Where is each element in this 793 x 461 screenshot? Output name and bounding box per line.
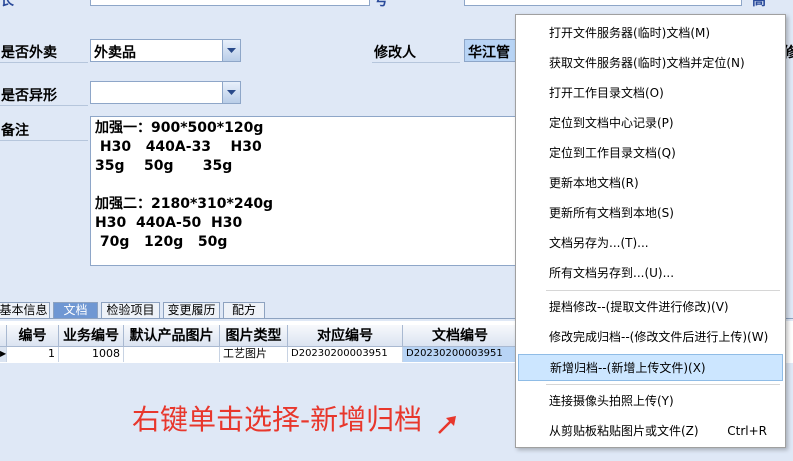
context-menu: 打开文件服务器(临时)文档(M) 获取文件服务器(临时)文档并定位(N) 打开工…	[515, 14, 786, 448]
menu-separator	[546, 290, 780, 291]
menu-item-shortcut: Ctrl+R	[727, 424, 767, 438]
menu-item-save-doc-as[interactable]: 文档另存为...(T)...	[518, 230, 783, 257]
grid-header-ref-no[interactable]: 对应编号	[288, 325, 403, 347]
menu-item-camera-upload[interactable]: 连接摄像头拍照上传(Y)	[518, 388, 783, 415]
top-left-input[interactable]	[90, 0, 370, 6]
table-cell-doc-no[interactable]: D20230200003951	[403, 347, 518, 362]
menu-separator	[546, 384, 780, 385]
chevron-down-icon[interactable]	[222, 40, 240, 61]
irregular-select[interactable]	[90, 81, 241, 104]
tab-inspection-items[interactable]: 检验项目	[101, 302, 160, 319]
table-cell-no[interactable]: 1	[7, 347, 59, 362]
table-cell-biz-no[interactable]: 1008	[59, 347, 124, 362]
grid-header-img-type[interactable]: 图片类型	[220, 325, 288, 347]
irregular-underline	[0, 105, 88, 106]
top-far-right-label-fragment: 高	[752, 0, 766, 9]
arrow-icon	[438, 416, 456, 434]
modifier-value: 华江管	[468, 45, 510, 61]
tab-basic-info[interactable]: 基本信息	[0, 302, 50, 319]
irregular-label: 是否异形	[1, 88, 57, 104]
takeout-select[interactable]: 外卖品	[90, 39, 241, 62]
takeout-select-value: 外卖品	[94, 45, 136, 61]
takeout-underline	[0, 62, 88, 63]
grid-row-indicator-header	[0, 325, 7, 347]
grid-header-biz-no[interactable]: 业务编号	[59, 325, 124, 347]
menu-item-save-all-docs-to[interactable]: 所有文档另存到...(U)...	[518, 260, 783, 287]
top-left-label-fragment: 长	[0, 0, 14, 9]
tab-change-history[interactable]: 变更履历	[163, 302, 220, 319]
grid-header-doc-no[interactable]: 文档编号	[403, 325, 518, 347]
chevron-down-icon[interactable]	[222, 82, 240, 103]
menu-item-update-local-doc[interactable]: 更新本地文档(R)	[518, 170, 783, 197]
tab-documents[interactable]: 文档	[53, 302, 98, 319]
takeout-label: 是否外卖	[1, 45, 57, 61]
menu-item-open-workdir-doc[interactable]: 打开工作目录文档(O)	[518, 80, 783, 107]
menu-item-update-all-local[interactable]: 更新所有文档到本地(S)	[518, 200, 783, 227]
instruction-annotation: 右键单击选择-新增归档	[132, 403, 423, 436]
menu-item-finish-modify-archive[interactable]: 修改完成归档--(修改文件后进行上传)(W)	[518, 324, 783, 351]
top-right-label-fragment: 号	[374, 0, 388, 9]
remark-textarea[interactable]: 加强一：900*500*120g H30 440A-33 H30 35g 50g…	[90, 116, 520, 266]
menu-item-locate-doc-center[interactable]: 定位到文档中心记录(P)	[518, 110, 783, 137]
remark-label: 备注	[1, 123, 29, 139]
menu-item-new-archive[interactable]: 新增归档--(新增上传文件)(X)	[518, 354, 783, 381]
menu-item-paste-clipboard-label: 从剪贴板粘贴图片或文件(Z)	[549, 424, 699, 438]
table-cell-ref-no[interactable]: D20230200003951	[288, 347, 403, 362]
top-right-input[interactable]	[464, 0, 742, 6]
menu-item-checkout-modify[interactable]: 提档修改--(提取文件进行修改)(V)	[518, 294, 783, 321]
modifier-underline	[372, 62, 460, 63]
remark-underline	[0, 140, 88, 141]
menu-item-get-server-temp-locate[interactable]: 获取文件服务器(临时)文档并定位(N)	[518, 50, 783, 77]
grid-header-default-img[interactable]: 默认产品图片	[124, 325, 220, 347]
grid-header-no[interactable]: 编号	[7, 325, 59, 347]
table-cell-default-img[interactable]	[124, 347, 220, 362]
tab-formula[interactable]: 配方	[223, 302, 265, 319]
menu-item-paste-clipboard[interactable]: 从剪贴板粘贴图片或文件(Z) Ctrl+R	[518, 418, 783, 445]
modifier-label: 修改人	[374, 45, 416, 61]
grid-row-indicator[interactable]: ▶	[0, 347, 7, 362]
menu-item-open-server-temp[interactable]: 打开文件服务器(临时)文档(M)	[518, 20, 783, 47]
menu-item-locate-workdir-doc[interactable]: 定位到工作目录文档(Q)	[518, 140, 783, 167]
table-cell-img-type[interactable]: 工艺图片	[220, 347, 288, 362]
